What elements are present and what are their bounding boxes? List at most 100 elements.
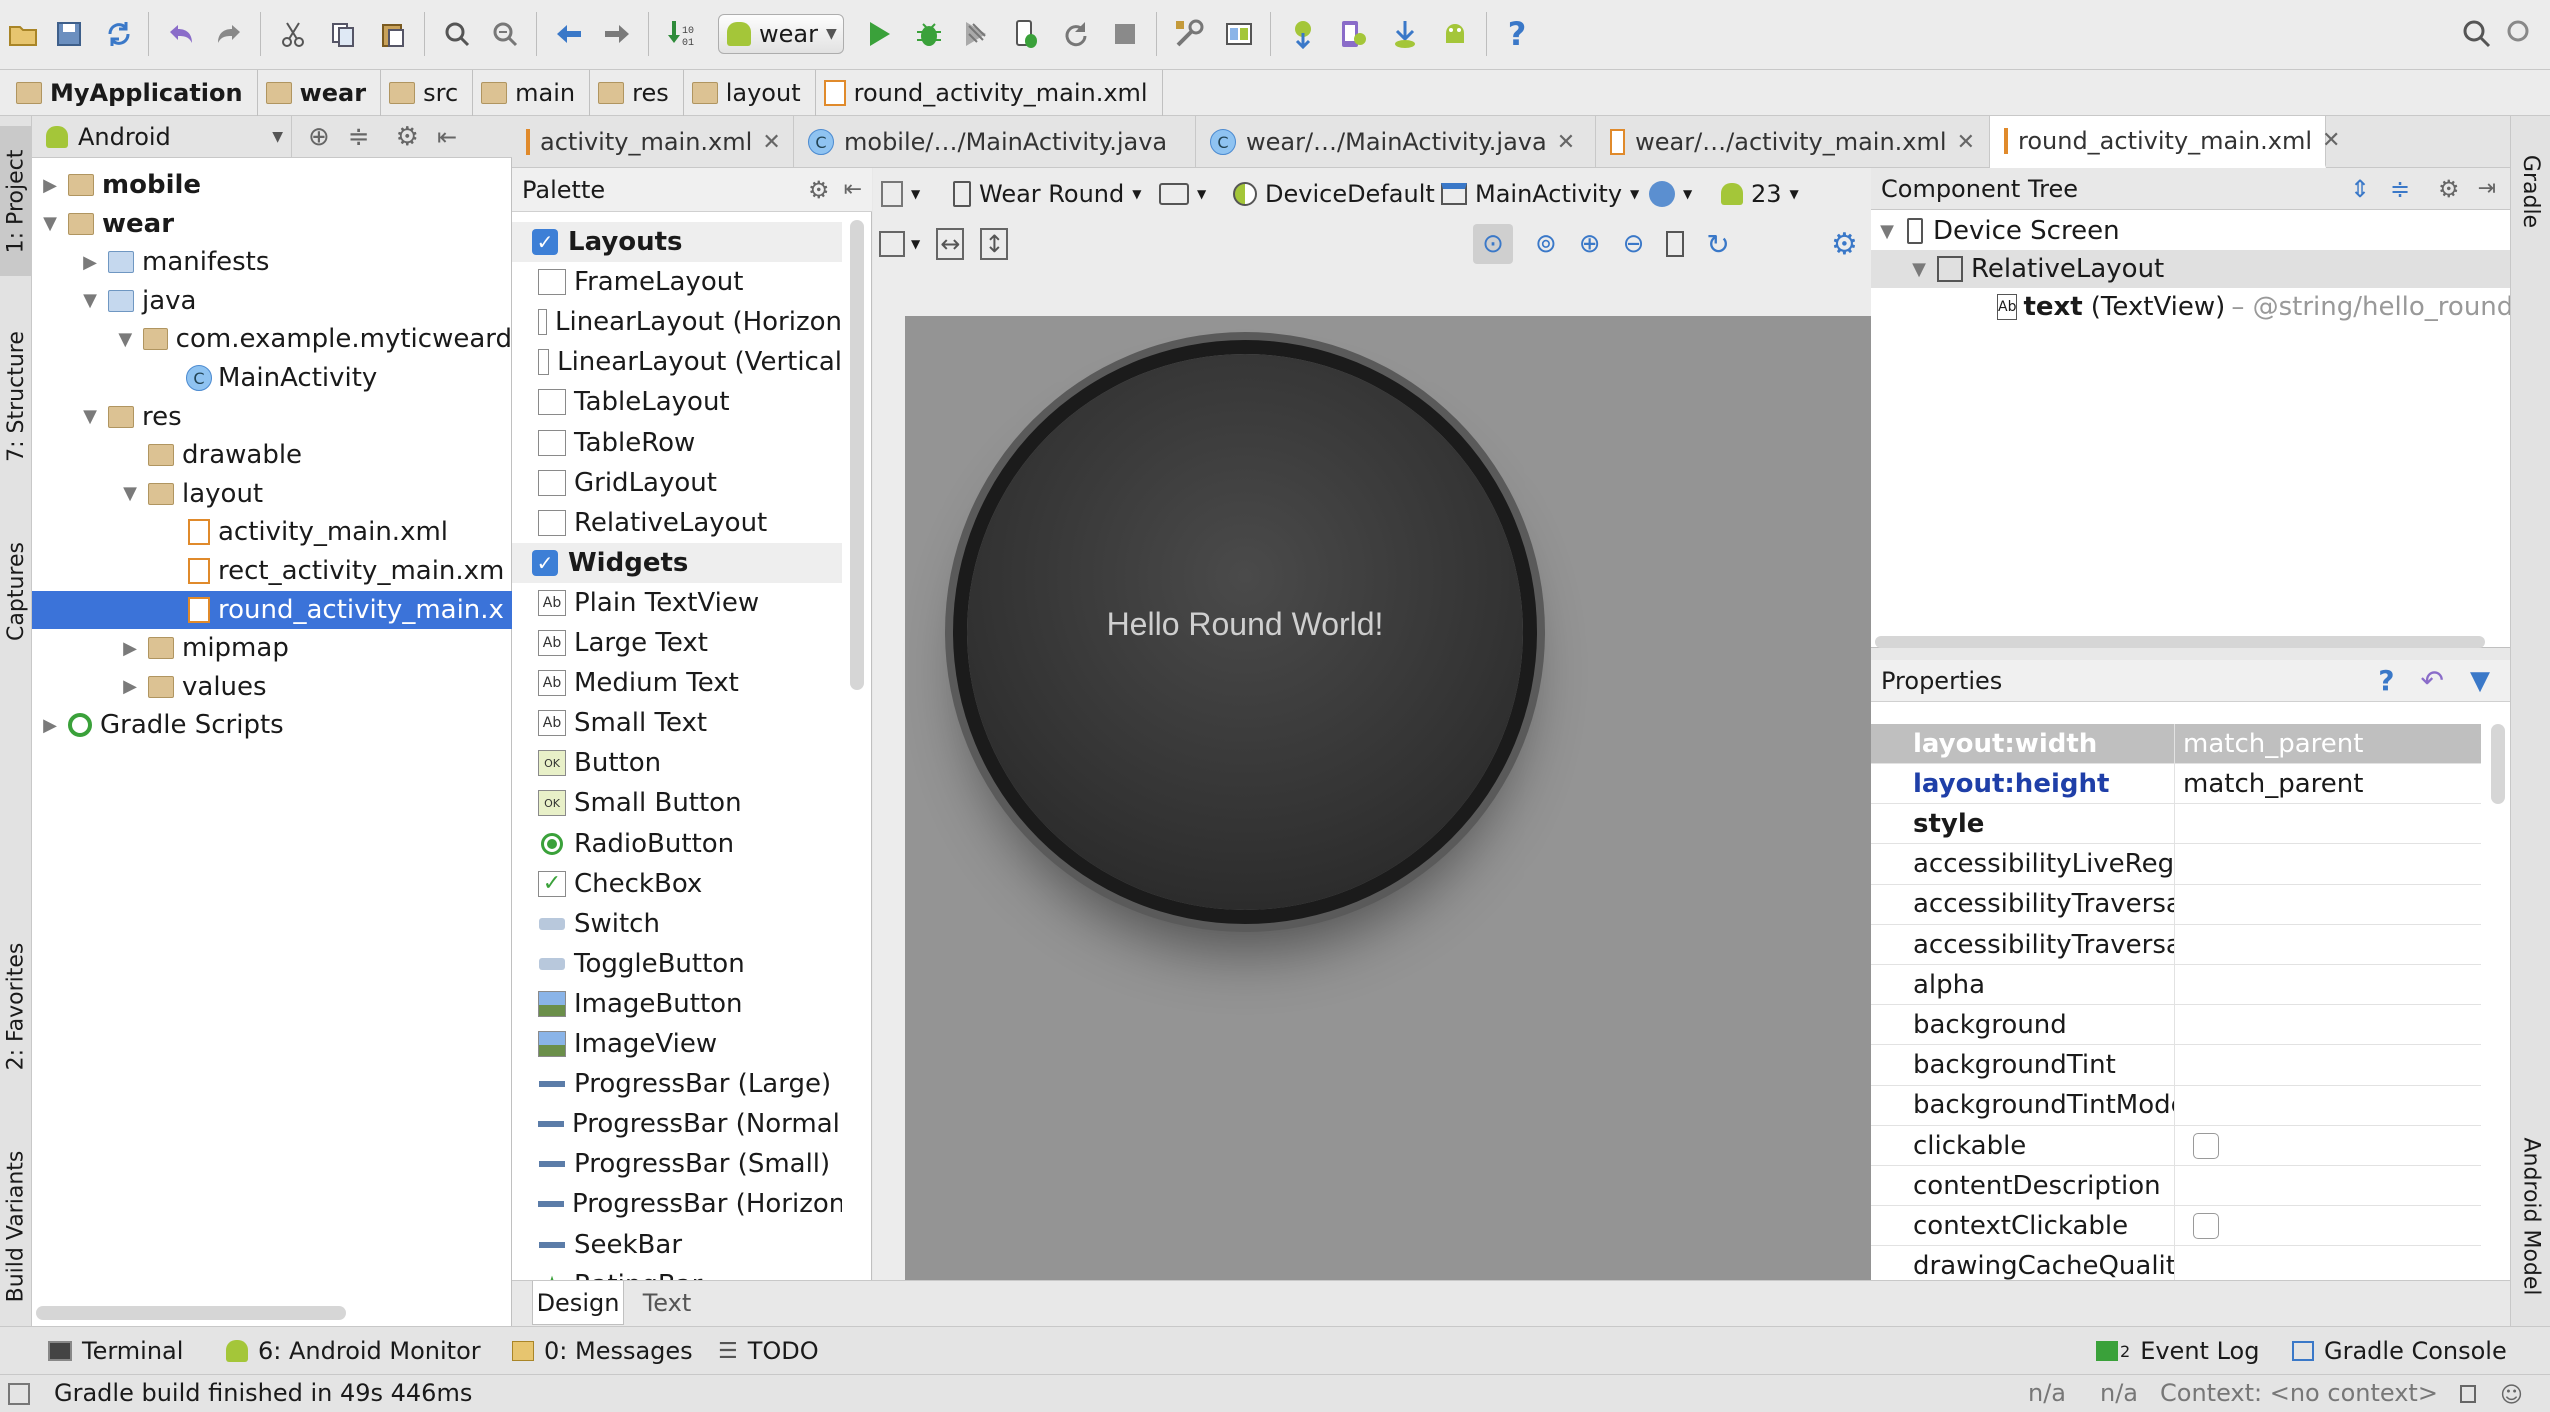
palette-category[interactable]: ✓ Widgets — [512, 542, 842, 583]
tree-node-relativelayout[interactable]: ▼ RelativeLayout — [1871, 250, 2510, 288]
search-everywhere-icon[interactable] — [2456, 10, 2498, 58]
collapse-arrow-icon[interactable]: ▶ — [120, 638, 140, 659]
breadcrumb-item-project[interactable]: MyApplication — [8, 69, 258, 116]
collapse-arrow-icon[interactable]: ▶ — [40, 715, 60, 736]
tree-item[interactable]: ▶ mipmap — [32, 629, 512, 667]
lock-icon[interactable] — [2460, 1385, 2476, 1403]
expand-toolbar-icon[interactable] — [2500, 10, 2542, 58]
refresh-icon[interactable]: ↻ — [1706, 228, 1729, 261]
collapse-arrow-icon[interactable]: ▶ — [80, 252, 100, 273]
tab-structure[interactable]: 7: Structure — [0, 306, 32, 486]
copy-icon[interactable] — [322, 10, 364, 58]
palette-item[interactable]: ProgressBar (Normal) — [512, 1104, 842, 1144]
activity-select[interactable]: MainActivity ▼ — [1441, 172, 1639, 216]
breadcrumb-item-file[interactable]: round_activity_main.xml — [816, 69, 1163, 116]
property-row[interactable]: contextClickable — [1871, 1205, 2481, 1247]
palette-category[interactable]: ✓ Layouts — [512, 222, 842, 262]
expand-arrow-icon[interactable]: ▼ — [1909, 259, 1929, 280]
palette-item[interactable]: OK Button — [512, 743, 842, 783]
screenshot-icon[interactable] — [1666, 231, 1685, 257]
hide-panel-icon[interactable]: ⇤ — [437, 123, 457, 151]
palette-item[interactable]: Ab Small Text — [512, 703, 842, 743]
tab-favorites[interactable]: 2: Favorites — [0, 916, 32, 1096]
tree-item[interactable]: ▼ wear — [32, 205, 512, 243]
help-icon[interactable]: ? — [2378, 664, 2394, 697]
tree-item[interactable]: ▶ manifests — [32, 243, 512, 281]
sync-icon[interactable] — [98, 10, 140, 58]
preview-textview[interactable]: Hello Round World! — [967, 606, 1523, 643]
palette-item[interactable]: RadioButton — [512, 824, 842, 864]
expand-all-icon[interactable]: ⇕ — [2350, 175, 2370, 203]
android-monitor-button[interactable]: 6: Android Monitor — [226, 1327, 481, 1375]
tab-captures[interactable]: Captures — [0, 506, 32, 676]
palette-item[interactable]: ImageButton — [512, 984, 842, 1024]
gear-icon[interactable]: ⚙ — [808, 176, 830, 204]
fill-height-icon[interactable]: ↕ — [980, 228, 1009, 260]
find-icon[interactable] — [436, 10, 478, 58]
filter-icon[interactable]: ▼ — [2470, 666, 2490, 696]
event-log-button[interactable]: 2 Event Log — [2096, 1327, 2259, 1375]
palette-item[interactable]: ✓ CheckBox — [512, 864, 842, 904]
orientation-select[interactable]: ▼ — [1159, 172, 1206, 216]
vertical-scrollbar[interactable] — [2491, 724, 2505, 804]
apply-changes-icon[interactable] — [1054, 10, 1096, 58]
property-row[interactable]: backgroundTint — [1871, 1045, 2481, 1086]
breadcrumb-item-layout[interactable]: layout — [684, 69, 816, 116]
collapse-all-icon[interactable]: ≑ — [2390, 175, 2410, 203]
design-options-icon[interactable]: ⚙ — [1831, 222, 1858, 266]
expand-arrow-icon[interactable]: ▼ — [1877, 221, 1897, 242]
property-row[interactable]: background — [1871, 1004, 2481, 1046]
palette-item[interactable]: ProgressBar (Horizont — [512, 1184, 842, 1224]
zoom-in-icon[interactable]: ⊕ — [1579, 229, 1601, 259]
open-folder-icon[interactable] — [2, 10, 44, 58]
palette-item[interactable]: LinearLayout (Vertical — [512, 342, 842, 382]
property-value[interactable]: match_parent — [2175, 729, 2363, 759]
tab-design[interactable]: Design — [532, 1281, 624, 1325]
fill-width-icon[interactable]: ↔ — [936, 228, 965, 260]
breadcrumb-item-main[interactable]: main — [473, 69, 591, 116]
stop-icon[interactable] — [1104, 10, 1146, 58]
checkbox-icon[interactable]: ✓ — [532, 229, 558, 255]
tree-node-device-screen[interactable]: ▼ Device Screen — [1871, 212, 2510, 250]
tree-item[interactable]: rect_activity_main.xm — [32, 552, 512, 590]
tree-item[interactable]: activity_main.xml — [32, 513, 512, 551]
close-icon[interactable]: ✕ — [762, 130, 780, 155]
horizontal-scrollbar[interactable] — [36, 1306, 346, 1320]
tree-item[interactable]: ▶ Gradle Scripts — [32, 706, 512, 744]
property-row[interactable]: contentDescription — [1871, 1165, 2481, 1207]
restore-default-icon[interactable]: ↶ — [2421, 664, 2444, 697]
tab-round-activity-main[interactable]: round_activity_main.xml ✕ — [1990, 116, 2340, 168]
android-device-monitor-icon[interactable] — [1434, 10, 1476, 58]
inspector-icon[interactable]: ☺ — [2500, 1383, 2523, 1408]
locale-select[interactable]: ▼ — [1649, 172, 1692, 216]
property-row[interactable]: alpha — [1871, 964, 2481, 1006]
property-row[interactable]: backgroundTintMode — [1871, 1085, 2481, 1126]
property-checkbox[interactable] — [2193, 1212, 2219, 1239]
zoom-fit-screen-icon[interactable] — [879, 231, 905, 257]
actual-size-icon[interactable]: ⊚ — [1535, 229, 1557, 259]
hide-panel-icon[interactable]: ⇥ — [2478, 176, 2496, 201]
property-value[interactable]: match_parent — [2175, 769, 2363, 799]
collapse-arrow-icon[interactable]: ▶ — [120, 676, 140, 697]
palette-item[interactable]: Ab Large Text — [512, 623, 842, 663]
zoom-out-icon[interactable]: ⊖ — [1623, 229, 1645, 259]
device-select[interactable]: Wear Round ▼ — [953, 172, 1141, 216]
close-icon[interactable]: ✕ — [1557, 130, 1575, 155]
run-config-select[interactable]: wear ▼ — [718, 14, 844, 54]
collapse-arrow-icon[interactable]: ▶ — [40, 175, 60, 196]
project-structure-icon[interactable] — [1168, 10, 1210, 58]
gear-icon[interactable]: ⚙ — [2438, 175, 2460, 203]
zoom-to-fit-icon[interactable]: ⊙ — [1473, 224, 1513, 264]
gear-icon[interactable]: ⚙ — [396, 122, 419, 152]
save-icon[interactable] — [48, 10, 90, 58]
tab-activity-main-xml[interactable]: activity_main.xml ✕ — [512, 116, 794, 168]
expand-arrow-icon[interactable]: ▼ — [80, 406, 100, 427]
avd-manager-icon[interactable] — [1332, 10, 1374, 58]
sync-gradle-icon[interactable] — [1282, 10, 1324, 58]
terminal-button[interactable]: Terminal — [48, 1327, 183, 1375]
expand-arrow-icon[interactable]: ▼ — [80, 290, 100, 311]
status-message[interactable]: Gradle build finished in 49s 446ms — [54, 1379, 472, 1407]
tree-item[interactable]: ▼ java — [32, 282, 512, 320]
paste-icon[interactable] — [372, 10, 414, 58]
wear-round-device-preview[interactable]: Hello Round World! — [967, 354, 1523, 910]
